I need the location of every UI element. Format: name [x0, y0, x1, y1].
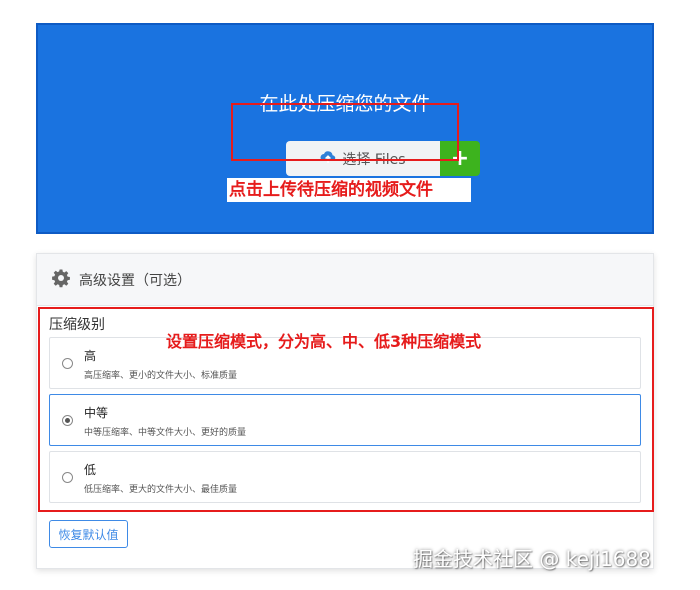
advanced-settings-header[interactable]: 高级设置（可选） [37, 254, 653, 306]
annotation-levels-text: 设置压缩模式，分为高、中、低3种压缩模式 [166, 332, 482, 351]
annotation-upload-text: 点击上传待压缩的视频文件 [227, 178, 471, 202]
advanced-settings-title: 高级设置（可选） [79, 272, 191, 289]
gear-icon [51, 268, 71, 292]
annotation-highlight-upload [231, 103, 459, 161]
watermark: 掘金技术社区 @ keji1688 [413, 547, 651, 571]
reset-defaults-button[interactable]: 恢复默认值 [49, 520, 128, 548]
